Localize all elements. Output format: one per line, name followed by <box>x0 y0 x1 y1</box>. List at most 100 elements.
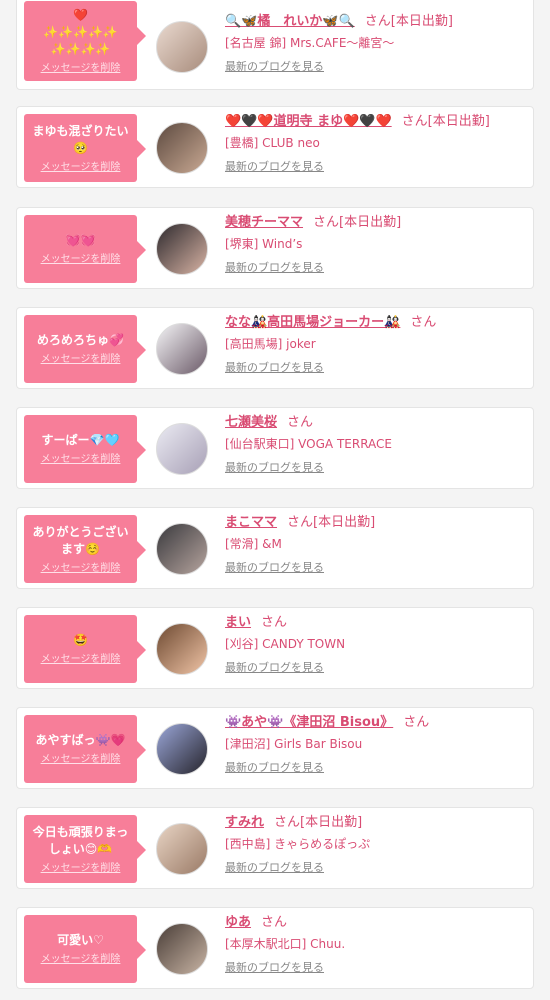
message-bubble: 今日も頑張りまっしょい😊🫶 メッセージを削除 <box>24 815 146 883</box>
avatar[interactable] <box>156 723 208 775</box>
cast-info: 美穂チーママ さん[本日出勤] [堺東] Wind’s 最新のブログを見る <box>225 214 530 275</box>
honorific: さん <box>401 114 428 129</box>
message-bubble: 可愛い♡ メッセージを削除 <box>24 915 146 983</box>
cast-info: なな🎎高田馬場ジョーカー🎎 さん [高田馬場] joker 最新のブログを見る <box>225 314 530 375</box>
attendance-badge: [本日出勤] <box>300 815 363 830</box>
latest-blog-link[interactable]: 最新のブログを見る <box>225 60 530 74</box>
avatar[interactable] <box>156 223 208 275</box>
delete-message-link[interactable]: メッセージを削除 <box>41 953 121 966</box>
name-line: 👾あや👾《津田沼 Bisou》 さん <box>225 714 530 732</box>
honorific: さん <box>313 215 340 230</box>
cast-name-link[interactable]: まこママ <box>225 515 277 530</box>
avatar[interactable] <box>156 923 208 975</box>
cast-card: 🤩 メッセージを削除 まい さん [刈谷] CANDY TOWN 最新のブログを見… <box>16 607 534 689</box>
honorific: さん <box>261 915 288 930</box>
honorific: さん <box>287 415 314 430</box>
avatar[interactable] <box>156 423 208 475</box>
honorific: さん <box>261 615 288 630</box>
name-line: なな🎎高田馬場ジョーカー🎎 さん <box>225 314 530 332</box>
name-line: 七瀬美桜 さん <box>225 414 530 432</box>
message-text: 可愛い♡ <box>57 933 104 947</box>
attendance-badge: [本日出勤] <box>390 14 453 29</box>
cast-name-link[interactable]: 美穂チーママ <box>225 215 303 230</box>
cast-info: 七瀬美桜 さん [仙台駅東口] VOGA TERRACE 最新のブログを見る <box>225 414 530 475</box>
cast-name-link[interactable]: まい <box>225 615 251 630</box>
cast-card: 今日も頑張りまっしょい😊🫶 メッセージを削除 すみれ さん[本日出勤] [西中島]… <box>16 807 534 889</box>
avatar[interactable] <box>156 523 208 575</box>
name-line: すみれ さん[本日出勤] <box>225 814 530 832</box>
attendance-badge: [本日出勤] <box>313 515 376 530</box>
cast-name-link[interactable]: ❤️🖤❤️道明寺 まゆ❤️🖤❤️ <box>225 114 392 129</box>
delete-message-link[interactable]: メッセージを削除 <box>41 862 121 875</box>
cast-info: 🔍🦋橘 れいか🦋🔍 さん[本日出勤] [名古屋 錦] Mrs.CAFE〜離宮〜 最… <box>225 13 530 74</box>
attendance-badge: [本日出勤] <box>427 114 490 129</box>
honorific: さん <box>364 14 391 29</box>
message-text: すーぱー💎🩵 <box>41 433 120 447</box>
cast-name-link[interactable]: なな🎎高田馬場ジョーカー🎎 <box>225 315 400 330</box>
message-bubble: まゆも混ざりたい🥺 メッセージを削除 <box>24 114 146 182</box>
shop-name: [西中島] きゃらめるぽっぷ <box>225 837 371 851</box>
message-bubble: ありがとうございます☺️ メッセージを削除 <box>24 515 146 583</box>
shop-name: [津田沼] Girls Bar Bisou <box>225 737 363 751</box>
cast-info: まい さん [刈谷] CANDY TOWN 最新のブログを見る <box>225 614 530 675</box>
cast-name-link[interactable]: すみれ <box>225 815 264 830</box>
latest-blog-link[interactable]: 最新のブログを見る <box>225 561 530 575</box>
cast-name-link[interactable]: 👾あや👾《津田沼 Bisou》 <box>225 715 393 730</box>
cast-card: ありがとうございます☺️ メッセージを削除 まこママ さん[本日出勤] [常滑] … <box>16 507 534 589</box>
avatar[interactable] <box>156 122 208 174</box>
shop-name: [高田馬場] joker <box>225 337 316 351</box>
message-text: まゆも混ざりたい🥺 <box>32 123 129 155</box>
cast-name-link[interactable]: 七瀬美桜 <box>225 415 277 430</box>
latest-blog-link[interactable]: 最新のブログを見る <box>225 861 530 875</box>
avatar[interactable] <box>156 21 208 73</box>
cast-name-link[interactable]: 🔍🦋橘 れいか🦋🔍 <box>225 14 355 29</box>
avatar[interactable] <box>156 323 208 375</box>
message-text: 🤩 <box>73 633 88 647</box>
delete-message-link[interactable]: メッセージを削除 <box>41 453 121 466</box>
honorific: さん <box>287 515 314 530</box>
delete-message-link[interactable]: メッセージを削除 <box>41 653 121 666</box>
delete-message-link[interactable]: メッセージを削除 <box>41 353 121 366</box>
name-line: まい さん <box>225 614 530 632</box>
shop-name: [刈谷] CANDY TOWN <box>225 637 346 651</box>
cast-name-link[interactable]: ゆあ <box>225 915 251 930</box>
attendance-badge: [本日出勤] <box>339 215 402 230</box>
name-line: 🔍🦋橘 れいか🦋🔍 さん[本日出勤] <box>225 13 530 31</box>
name-line: まこママ さん[本日出勤] <box>225 514 530 532</box>
latest-blog-link[interactable]: 最新のブログを見る <box>225 661 530 675</box>
message-bubble: すーぱー💎🩵 メッセージを削除 <box>24 415 146 483</box>
latest-blog-link[interactable]: 最新のブログを見る <box>225 761 530 775</box>
latest-blog-link[interactable]: 最新のブログを見る <box>225 261 530 275</box>
latest-blog-link[interactable]: 最新のブログを見る <box>225 461 530 475</box>
avatar[interactable] <box>156 823 208 875</box>
avatar[interactable] <box>156 623 208 675</box>
cast-card: あやすばっ👾💗 メッセージを削除 👾あや👾《津田沼 Bisou》 さん [津田沼]… <box>16 707 534 789</box>
delete-message-link[interactable]: メッセージを削除 <box>41 62 121 75</box>
message-bubble: ❤️ ✨✨✨✨✨ ✨✨✨✨ メッセージを削除 <box>24 1 146 81</box>
message-text: 今日も頑張りまっしょい😊🫶 <box>32 824 129 856</box>
shop-name: [堺東] Wind’s <box>225 237 303 251</box>
shop-name: [仙台駅東口] VOGA TERRACE <box>225 437 393 451</box>
message-text: ありがとうございます☺️ <box>32 524 129 556</box>
delete-message-link[interactable]: メッセージを削除 <box>41 161 121 174</box>
message-bubble: 💓💓 メッセージを削除 <box>24 215 146 283</box>
latest-blog-link[interactable]: 最新のブログを見る <box>225 160 530 174</box>
honorific: さん <box>403 715 430 730</box>
shop-name: [本厚木駅北口] Chuu. <box>225 937 346 951</box>
latest-blog-link[interactable]: 最新のブログを見る <box>225 361 530 375</box>
name-line: ゆあ さん <box>225 914 530 932</box>
cast-info: ゆあ さん [本厚木駅北口] Chuu. 最新のブログを見る <box>225 914 530 975</box>
cast-card: 💓💓 メッセージを削除 美穂チーママ さん[本日出勤] [堺東] Wind’s 最… <box>16 207 534 289</box>
message-bubble: あやすばっ👾💗 メッセージを削除 <box>24 715 146 783</box>
delete-message-link[interactable]: メッセージを削除 <box>41 562 121 575</box>
delete-message-link[interactable]: メッセージを削除 <box>41 253 121 266</box>
delete-message-link[interactable]: メッセージを削除 <box>41 753 121 766</box>
name-line: ❤️🖤❤️道明寺 まゆ❤️🖤❤️ さん[本日出勤] <box>225 113 530 131</box>
cast-info: すみれ さん[本日出勤] [西中島] きゃらめるぽっぷ 最新のブログを見る <box>225 814 530 875</box>
message-text: あやすばっ👾💗 <box>35 733 126 747</box>
cast-info: 👾あや👾《津田沼 Bisou》 さん [津田沼] Girls Bar Bisou … <box>225 714 530 775</box>
message-text: ❤️ ✨✨✨✨✨ ✨✨✨✨ <box>43 8 118 56</box>
latest-blog-link[interactable]: 最新のブログを見る <box>225 961 530 975</box>
cast-card: すーぱー💎🩵 メッセージを削除 七瀬美桜 さん [仙台駅東口] VOGA TERR… <box>16 407 534 489</box>
cast-card: めろめろちゅ💞 メッセージを削除 なな🎎高田馬場ジョーカー🎎 さん [高田馬場] … <box>16 307 534 389</box>
